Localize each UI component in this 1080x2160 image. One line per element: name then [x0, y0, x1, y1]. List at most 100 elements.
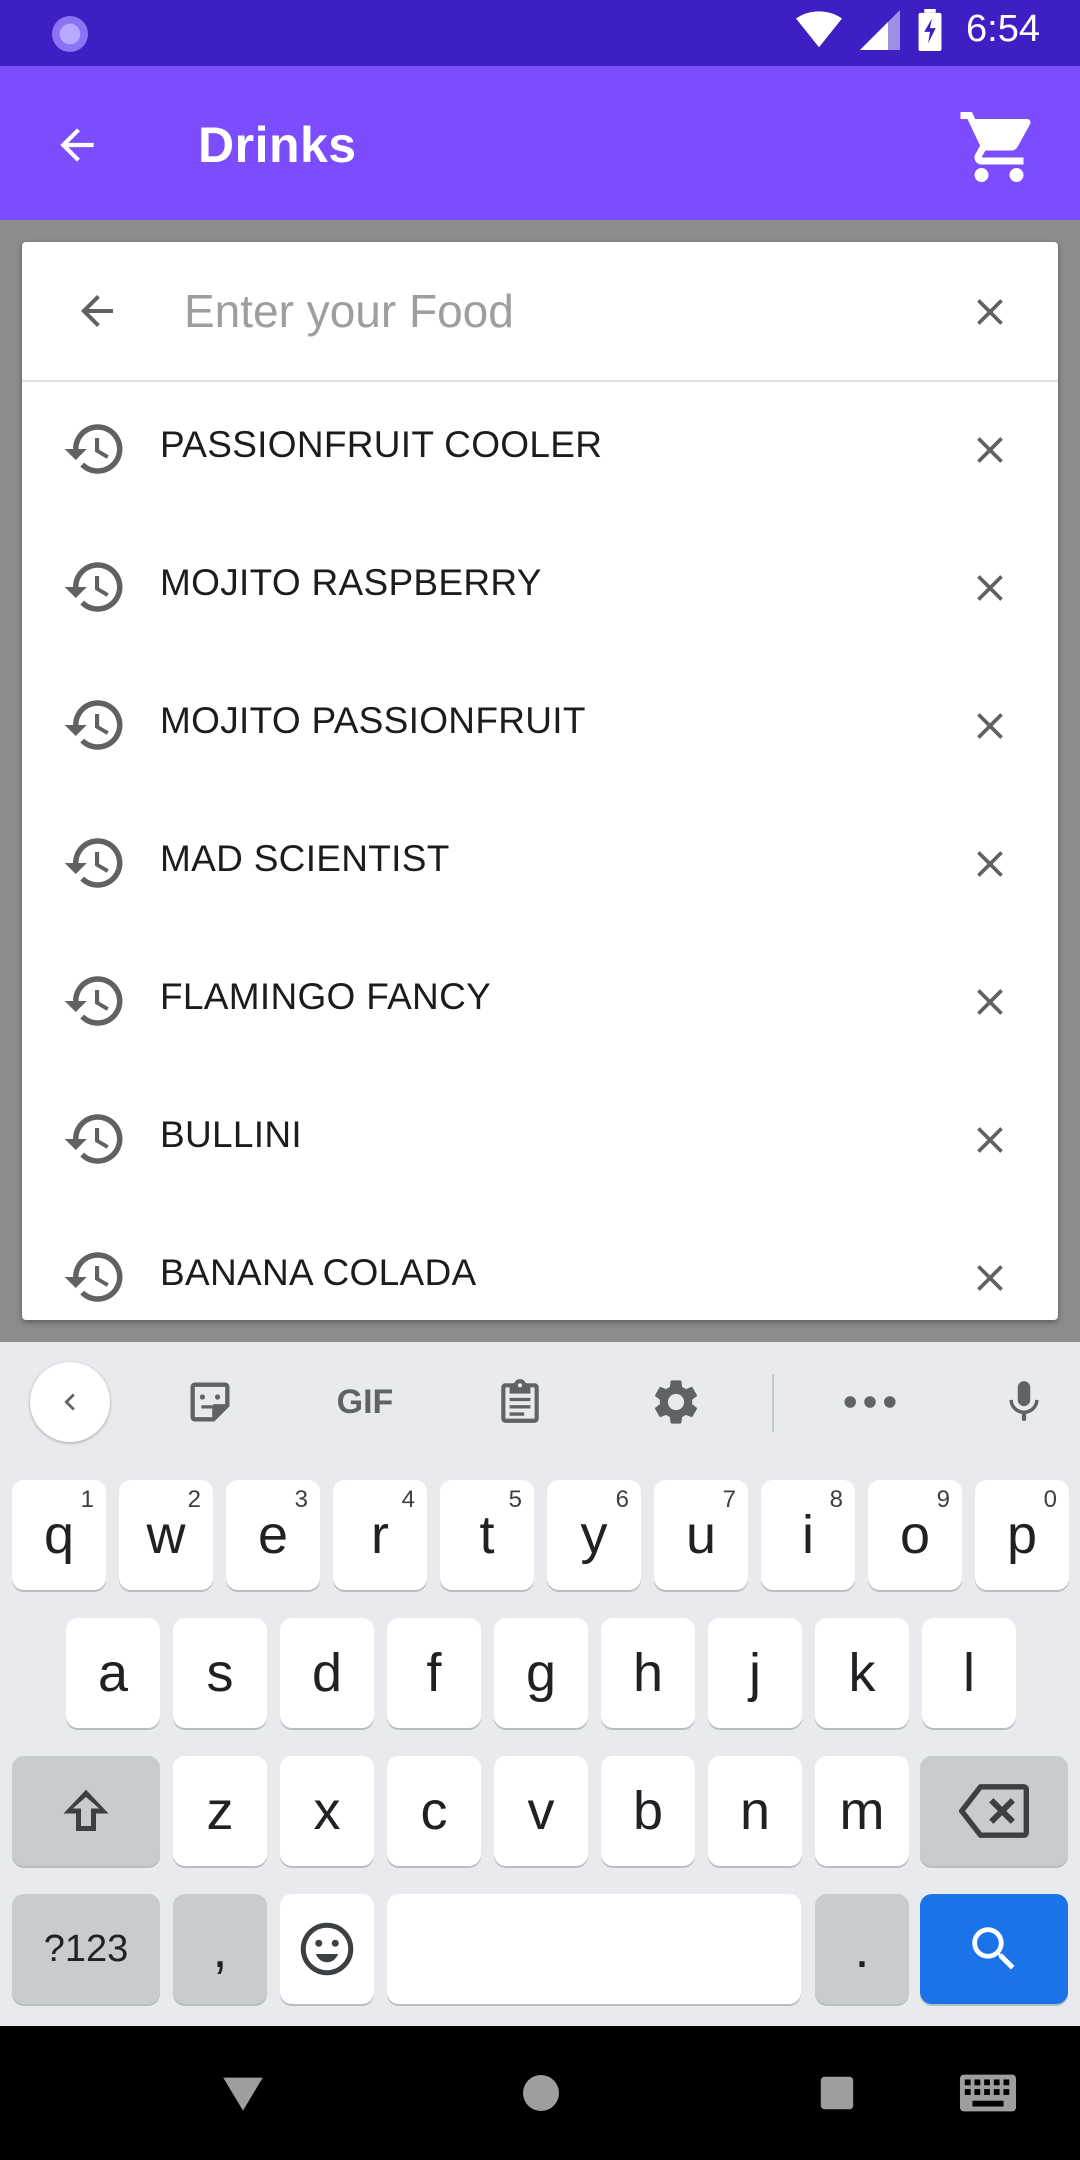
- key-y[interactable]: y6: [547, 1480, 641, 1590]
- key-c[interactable]: c: [387, 1756, 481, 1866]
- key-label: u: [685, 1505, 717, 1565]
- sticker-button[interactable]: [170, 1362, 250, 1442]
- keyboard-switcher-button[interactable]: [948, 2060, 1028, 2126]
- key-hint: 7: [722, 1486, 736, 1513]
- keyboard-toolbar: GIF: [0, 1342, 1080, 1462]
- comma-key[interactable]: ,: [173, 1894, 267, 2004]
- nav-recents-icon: [820, 2076, 854, 2110]
- remove-history-button[interactable]: [960, 558, 1020, 618]
- key-label: t: [479, 1505, 495, 1565]
- more-options-button[interactable]: [830, 1362, 910, 1442]
- clear-search-button[interactable]: [960, 282, 1020, 342]
- backspace-key[interactable]: [920, 1756, 1068, 1866]
- key-h[interactable]: h: [601, 1618, 695, 1728]
- history-icon: [64, 838, 123, 888]
- history-item[interactable]: MAD SCIENTIST: [22, 794, 1058, 932]
- history-item[interactable]: BANANA COLADA: [22, 1208, 1058, 1320]
- cart-button[interactable]: [954, 102, 1044, 192]
- key-w[interactable]: w2: [119, 1480, 213, 1590]
- app-bar: Drinks: [0, 66, 1080, 220]
- gif-button[interactable]: GIF: [325, 1362, 405, 1442]
- key-x[interactable]: x: [280, 1756, 374, 1866]
- history-item[interactable]: MOJITO RASPBERRY: [22, 518, 1058, 656]
- key-b[interactable]: b: [601, 1756, 695, 1866]
- key-g[interactable]: g: [494, 1618, 588, 1728]
- key-j[interactable]: j: [708, 1618, 802, 1728]
- history-item[interactable]: BULLINI: [22, 1070, 1058, 1208]
- key-i[interactable]: i8: [761, 1480, 855, 1590]
- close-icon: [977, 299, 1003, 325]
- key-q[interactable]: q1: [12, 1480, 106, 1590]
- emoji-key[interactable]: [280, 1894, 374, 2004]
- close-icon: [977, 1265, 1003, 1291]
- search-action-key[interactable]: [920, 1894, 1068, 2004]
- status-time: 6:54: [966, 8, 1040, 50]
- period-key[interactable]: .: [815, 1894, 909, 2004]
- emoji-icon: [300, 1922, 354, 1976]
- keyboard-collapse-button[interactable]: [30, 1362, 110, 1442]
- settings-button[interactable]: [636, 1362, 716, 1442]
- search-bar: [22, 242, 1058, 382]
- search-back-button[interactable]: [64, 278, 130, 344]
- key-r[interactable]: r4: [333, 1480, 427, 1590]
- search-input[interactable]: [182, 274, 946, 348]
- clipboard-button[interactable]: [480, 1362, 560, 1442]
- remove-history-button[interactable]: [960, 420, 1020, 480]
- key-hint: 3: [294, 1486, 308, 1513]
- key-a[interactable]: a: [66, 1618, 160, 1728]
- key-n[interactable]: n: [708, 1756, 802, 1866]
- remove-history-button[interactable]: [960, 1248, 1020, 1308]
- key-d[interactable]: d: [280, 1618, 374, 1728]
- voice-input-button[interactable]: [984, 1362, 1064, 1442]
- shift-key[interactable]: [12, 1756, 160, 1866]
- history-icon: [64, 700, 123, 750]
- system-nav-bar: [0, 2026, 1080, 2160]
- gear-icon: [654, 1380, 698, 1424]
- backspace-icon: [959, 1784, 1029, 1838]
- history-item-label: MOJITO PASSIONFRUIT: [160, 700, 586, 741]
- nav-back-button[interactable]: [210, 2060, 276, 2126]
- key-o[interactable]: o9: [868, 1480, 962, 1590]
- space-bar[interactable]: [387, 1894, 801, 2004]
- key-z[interactable]: z: [173, 1756, 267, 1866]
- key-hint: 6: [615, 1486, 629, 1513]
- key-hint: 0: [1043, 1486, 1057, 1513]
- history-item[interactable]: PASSIONFRUIT COOLER: [22, 380, 1058, 518]
- search-icon: [972, 1927, 1015, 1970]
- history-item-label: BANANA COLADA: [160, 1252, 477, 1293]
- symbols-key[interactable]: ?123: [12, 1894, 160, 2004]
- key-u[interactable]: u7: [654, 1480, 748, 1590]
- history-icon: [64, 976, 123, 1026]
- close-icon: [977, 1127, 1003, 1153]
- key-v[interactable]: v: [494, 1756, 588, 1866]
- toolbar-divider: [772, 1374, 774, 1432]
- key-f[interactable]: f: [387, 1618, 481, 1728]
- history-item[interactable]: FLAMINGO FANCY: [22, 932, 1058, 1070]
- remove-history-button[interactable]: [960, 972, 1020, 1032]
- nav-home-icon: [523, 2075, 559, 2111]
- key-t[interactable]: t5: [440, 1480, 534, 1590]
- remove-history-button[interactable]: [960, 696, 1020, 756]
- history-item[interactable]: MOJITO PASSIONFRUIT: [22, 656, 1058, 794]
- key-hint: 1: [80, 1486, 94, 1513]
- nav-recents-button[interactable]: [804, 2060, 870, 2126]
- key-s[interactable]: s: [173, 1618, 267, 1728]
- remove-history-button[interactable]: [960, 1110, 1020, 1170]
- nav-home-button[interactable]: [508, 2060, 574, 2126]
- back-button[interactable]: [42, 110, 112, 180]
- key-m[interactable]: m: [815, 1756, 909, 1866]
- history-icon: [64, 1114, 123, 1164]
- key-p[interactable]: p0: [975, 1480, 1069, 1590]
- history-item-label: PASSIONFRUIT COOLER: [160, 424, 603, 465]
- key-k[interactable]: k: [815, 1618, 909, 1728]
- close-icon: [977, 989, 1003, 1015]
- remove-history-button[interactable]: [960, 834, 1020, 894]
- more-horiz-icon: [844, 1396, 896, 1408]
- history-item-label: FLAMINGO FANCY: [160, 976, 492, 1017]
- shift-icon: [63, 1789, 109, 1831]
- microphone-icon: [1009, 1381, 1039, 1421]
- app-notification-icon: [52, 16, 88, 52]
- close-icon: [977, 437, 1003, 463]
- key-l[interactable]: l: [922, 1618, 1016, 1728]
- key-e[interactable]: e3: [226, 1480, 320, 1590]
